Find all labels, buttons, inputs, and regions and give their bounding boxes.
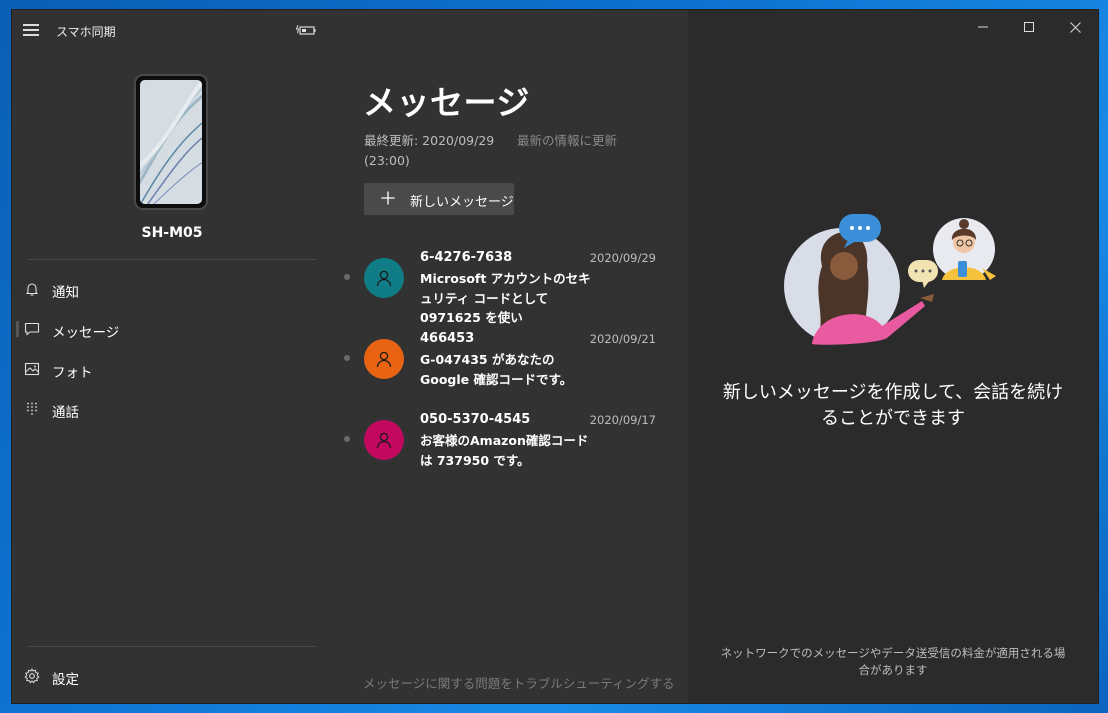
minimize-button[interactable] <box>960 10 1006 44</box>
conversation-date: 2020/09/21 <box>589 332 656 346</box>
sidebar-item-photos[interactable]: フォト <box>12 351 332 387</box>
bell-icon <box>25 283 39 296</box>
sidebar-item-label: メッセージ <box>52 325 120 341</box>
conversation-item[interactable]: 6-4276-7638 2020/09/29 Microsoft アカウントのセ… <box>332 250 688 330</box>
empty-state-text: 新しいメッセージを作成して、会話を続けることができます <box>722 382 1064 429</box>
person-icon <box>376 270 392 287</box>
conversation-date: 2020/09/17 <box>589 413 656 427</box>
gear-icon <box>24 668 40 684</box>
page-title: メッセージ <box>363 83 530 122</box>
phone-image <box>134 74 208 210</box>
conversation-preview: Microsoft アカウントのセキュリティ コードとして 0971625 を使… <box>420 271 591 325</box>
unread-dot <box>344 436 350 442</box>
message-icon <box>24 322 40 336</box>
sidebar-divider <box>28 259 316 260</box>
carrier-charges-note: ネットワークでのメッセージやデータ送受信の料金が適用される場合があります <box>720 646 1066 677</box>
conversation-item[interactable]: 466453 2020/09/21 G-047435 があなたの Google … <box>332 331 688 411</box>
sidebar-item-notifications[interactable]: 通知 <box>12 271 332 307</box>
conversation-illustration <box>784 214 996 345</box>
sidebar-item-label: フォト <box>52 365 93 381</box>
avatar <box>364 420 404 460</box>
dialpad-icon <box>27 402 37 415</box>
conversation-preview: G-047435 があなたの Google 確認コードです。 <box>420 352 573 387</box>
conversation-sender: 050-5370-4545 <box>420 412 531 427</box>
troubleshoot-link[interactable]: メッセージに関する問題をトラブルシューティングする <box>363 673 675 692</box>
title-bar: スマホ同期 <box>12 10 332 52</box>
conversation-sender: 6-4276-7638 <box>420 250 513 265</box>
avatar <box>364 258 404 298</box>
sidebar-item-messages[interactable]: メッセージ <box>12 311 332 347</box>
new-message-label: 新しいメッセージ <box>410 195 514 210</box>
close-icon <box>1069 21 1081 33</box>
last-updated-text: 最終更新: 2020/09/29 (23:00) <box>364 133 495 168</box>
avatar <box>364 339 404 379</box>
device-name: SH-M05 <box>141 225 203 241</box>
unread-dot <box>344 274 350 280</box>
conversation-detail-pane: 新しいメッセージを作成して、会話を続けることができます ネットワークでのメッセー… <box>688 10 1098 703</box>
sidebar-item-label: 通知 <box>52 285 79 301</box>
conversation-date: 2020/09/29 <box>589 251 656 265</box>
conversation-preview: お客様のAmazon確認コードは 737950 です。 <box>420 433 589 468</box>
refresh-link[interactable]: 最新の情報に更新 <box>517 130 617 149</box>
conversation-item[interactable]: 050-5370-4545 2020/09/17 お客様のAmazon確認コード… <box>332 412 688 492</box>
sidebar-item-calls[interactable]: 通話 <box>12 391 332 427</box>
hamburger-menu-icon[interactable] <box>23 24 39 36</box>
maximize-icon <box>1024 22 1034 32</box>
conversation-sender: 466453 <box>420 331 475 346</box>
plus-icon <box>381 191 395 205</box>
app-window: スマホ同期 SH-M05 通知 メッセージ フォト 通話 設定 メッセージ 最終… <box>12 10 1098 703</box>
sidebar-item-settings[interactable]: 設定 <box>12 658 332 694</box>
minimize-icon <box>978 26 988 28</box>
sidebar-item-label: 通話 <box>52 405 79 421</box>
person-icon <box>376 351 392 368</box>
person-icon <box>376 432 392 449</box>
message-list-pane: メッセージ 最終更新: 2020/09/29 (23:00) 最新の情報に更新 … <box>332 10 688 703</box>
new-message-button[interactable]: 新しいメッセージ <box>364 183 514 215</box>
unread-dot <box>344 355 350 361</box>
sidebar: スマホ同期 SH-M05 通知 メッセージ フォト 通話 設定 <box>12 10 332 703</box>
photo-icon <box>24 362 40 376</box>
battery-icon <box>296 25 316 35</box>
maximize-button[interactable] <box>1006 10 1052 44</box>
sidebar-divider <box>28 646 316 647</box>
app-title: スマホ同期 <box>56 25 116 39</box>
close-button[interactable] <box>1052 10 1098 44</box>
settings-label: 設定 <box>52 672 79 688</box>
